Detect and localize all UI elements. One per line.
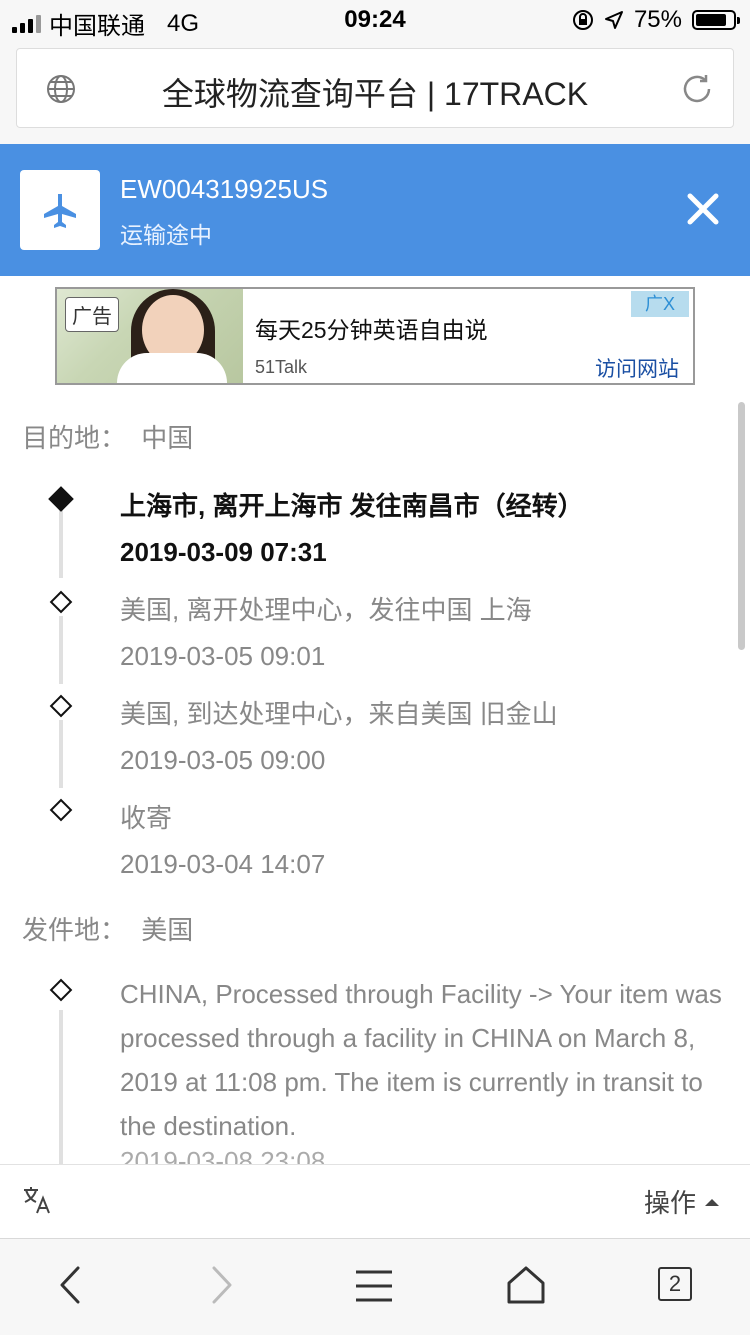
- actions-label: 操作: [643, 1188, 696, 1218]
- rotation-lock-icon: [572, 10, 593, 30]
- airplane-icon: [44, 194, 76, 228]
- destination-country: 中国: [141, 423, 194, 453]
- timeline-event: 上海市, 离开上海市 发往南昌市（经转） 2019-03-09 07:31: [120, 486, 584, 568]
- tabs-button[interactable]: 2: [658, 1267, 692, 1301]
- back-icon[interactable]: [56, 1265, 86, 1305]
- timeline-event: 美国, 到达处理中心，来自美国 旧金山 2019-03-05 09:00: [120, 694, 558, 776]
- ad-visit-button[interactable]: 访问网站: [595, 353, 679, 383]
- scroll-indicator: [738, 402, 745, 650]
- translate-icon[interactable]: [22, 1185, 52, 1215]
- timeline-event: 美国, 离开处理中心，发往中国 上海 2019-03-05 09:01: [120, 590, 532, 672]
- event-time: 2019-03-05 09:00: [120, 745, 326, 775]
- origin-heading: 发件地： 美国: [22, 910, 193, 947]
- globe-icon: [47, 75, 75, 103]
- browser-nav-bar: 2: [0, 1238, 750, 1335]
- menu-icon[interactable]: [354, 1269, 394, 1303]
- reload-icon[interactable]: [679, 71, 715, 107]
- timeline-marker-current: [48, 486, 74, 512]
- status-bar: 中国联通 4G 09:24 75%: [0, 0, 750, 40]
- close-icon[interactable]: [686, 192, 720, 226]
- timeline-marker: [49, 694, 73, 718]
- tracking-number: EW004319925US: [120, 174, 329, 204]
- ad-headline: 每天25分钟英语自由说: [255, 317, 488, 343]
- package-header: EW004319925US 运输途中: [0, 144, 750, 276]
- timeline-marker: [49, 978, 73, 1002]
- carrier-badge: [20, 170, 100, 250]
- event-text: 上海市, 离开上海市 发往南昌市（经转）: [120, 491, 584, 521]
- timeline-line: [59, 720, 63, 788]
- battery-percent: 75%: [633, 6, 682, 33]
- forward-icon[interactable]: [206, 1265, 236, 1305]
- page-title: 全球物流查询平台 | 17TRACK: [161, 76, 589, 112]
- event-text: 收寄: [120, 803, 173, 833]
- destination-label: 目的地：: [22, 423, 127, 453]
- origin-country: 美国: [141, 915, 194, 945]
- ad-tag: 广告: [65, 297, 119, 332]
- event-time: 2019-03-04 14:07: [120, 849, 326, 879]
- timeline-marker: [49, 798, 73, 822]
- home-icon[interactable]: [506, 1265, 546, 1305]
- event-time: 2019-03-09 07:31: [120, 537, 327, 567]
- origin-label: 发件地：: [22, 915, 127, 945]
- event-text: 美国, 到达处理中心，来自美国 旧金山: [120, 699, 558, 729]
- timeline-line: [59, 1010, 63, 1170]
- event-time: 2019-03-05 09:01: [120, 641, 326, 671]
- ad-banner[interactable]: 广告 每天25分钟英语自由说 51Talk 访问网站 广X: [55, 287, 695, 385]
- caret-up-icon: [705, 1198, 719, 1206]
- timeline-event: 收寄 2019-03-04 14:07: [120, 798, 325, 880]
- browser-chrome: 全球物流查询平台 | 17TRACK: [0, 40, 750, 144]
- package-status: 运输途中: [120, 222, 212, 248]
- action-toolbar: 操作: [0, 1164, 750, 1239]
- timeline-line: [59, 510, 63, 578]
- event-text: CHINA, Processed through Facility -> You…: [120, 979, 722, 1141]
- timeline-marker: [49, 590, 73, 614]
- location-icon: [604, 11, 623, 29]
- address-bar[interactable]: 全球物流查询平台 | 17TRACK: [16, 48, 734, 128]
- ad-close-button[interactable]: 广X: [631, 291, 689, 317]
- destination-heading: 目的地： 中国: [22, 418, 193, 455]
- timeline-line: [59, 616, 63, 684]
- event-text: 美国, 离开处理中心，发往中国 上海: [120, 595, 532, 625]
- actions-menu[interactable]: 操作: [644, 1183, 720, 1220]
- ad-brand: 51Talk: [255, 357, 308, 377]
- battery-icon: [692, 10, 740, 30]
